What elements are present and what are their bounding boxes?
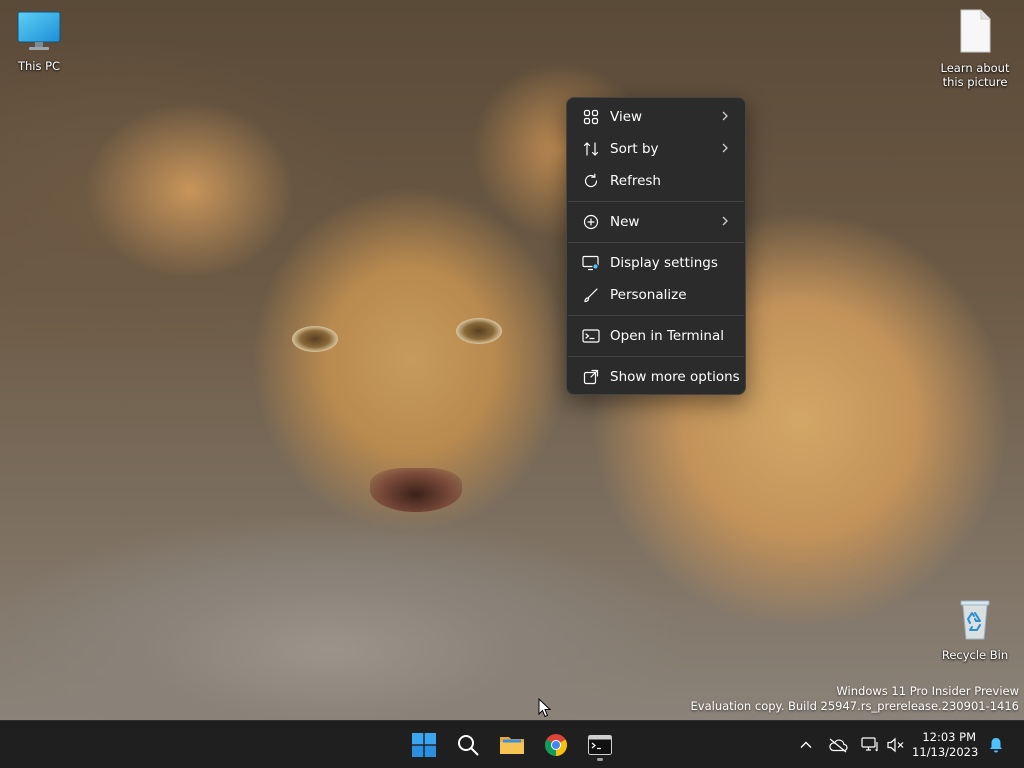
chrome-icon [545,734,567,756]
taskbar: 12:03 PM 11/13/2023 [0,720,1024,768]
clock-date: 11/13/2023 [912,745,979,759]
menu-separator [568,315,744,316]
menu-item-label: Refresh [610,173,661,189]
evaluation-watermark: Windows 11 Pro Insider Preview Evaluatio… [691,684,1019,714]
start-button[interactable] [406,727,442,763]
menu-item-label: Show more options [610,369,740,385]
terminal-icon [588,735,612,755]
desktop-wallpaper[interactable]: This PC Learn about this picture Recycle… [0,0,1024,720]
chevron-up-icon [800,741,812,748]
watermark-line-build: Evaluation copy. Build 25947.rs_prerelea… [690,699,1019,713]
desktop-icon-this-pc[interactable]: This PC [1,10,77,73]
mouse-cursor-icon [538,698,552,718]
desktop-icon-recycle-bin[interactable]: Recycle Bin [937,597,1013,662]
menu-item-refresh[interactable]: Refresh [567,165,745,197]
desktop-icon-learn-about-picture[interactable]: Learn about this picture [937,8,1013,89]
menu-item-label: New [610,214,640,230]
menu-item-label: Display settings [610,255,718,271]
menu-item-label: Sort by [610,141,659,157]
taskbar-clock[interactable]: 12:03 PM 11/13/2023 [912,730,979,760]
network-tray-button[interactable] [860,735,880,755]
desktop-context-menu: View Sort by Refresh New Display setting… [566,97,746,395]
share-icon [582,368,600,386]
menu-separator [568,201,744,202]
wallpaper-lion-eye-left [292,326,338,352]
cloud-off-icon [829,738,848,753]
chevron-right-icon [722,111,728,121]
bell-icon [990,738,1002,753]
wallpaper-lion-nose [370,468,462,512]
desktop-icon-label: This PC [17,59,61,73]
brush-icon [582,286,600,304]
desktop-icon-label: Learn about this picture [940,61,1010,89]
folder-icon [500,737,524,754]
wallpaper-lion-eye-right [456,318,502,344]
volume-muted-icon [887,737,904,753]
menu-separator [568,356,744,357]
grid-icon [582,108,600,126]
file-explorer-button[interactable] [494,727,530,763]
menu-item-label: Personalize [610,287,687,303]
chevron-right-icon [722,143,728,153]
show-hidden-icons-button[interactable] [796,735,816,755]
menu-item-label: Open in Terminal [610,328,724,344]
plus-circle-icon [582,213,600,231]
watermark-line-edition: Windows 11 Pro Insider Preview [836,684,1019,698]
menu-item-open-in-terminal[interactable]: Open in Terminal [567,320,745,352]
notifications-button[interactable] [986,735,1006,755]
sort-icon [582,140,600,158]
document-icon [937,8,1013,57]
menu-item-label: View [610,109,643,125]
desktop-icon-label: Recycle Bin [941,648,1009,662]
menu-item-sort-by[interactable]: Sort by [567,133,745,165]
network-icon [861,737,878,752]
running-app-indicator [597,758,603,761]
menu-item-new[interactable]: New [567,206,745,238]
chevron-right-icon [722,216,728,226]
refresh-icon [582,172,600,190]
recycle-bin-icon [937,597,1013,644]
terminal-icon [582,327,600,345]
menu-separator [568,242,744,243]
monitor-icon [1,10,77,55]
terminal-taskbar-button[interactable] [582,727,618,763]
menu-item-personalize[interactable]: Personalize [567,279,745,311]
display-settings-icon [582,254,600,272]
windows-logo-icon [412,733,436,757]
menu-item-view[interactable]: View [567,101,745,133]
menu-item-show-more-options[interactable]: Show more options [567,361,745,393]
search-icon [458,735,479,756]
search-button[interactable] [450,727,486,763]
menu-item-display-settings[interactable]: Display settings [567,247,745,279]
chrome-button[interactable] [538,727,574,763]
volume-tray-button[interactable] [886,735,906,755]
clock-time: 12:03 PM [922,730,976,744]
onedrive-tray-button[interactable] [828,735,848,755]
